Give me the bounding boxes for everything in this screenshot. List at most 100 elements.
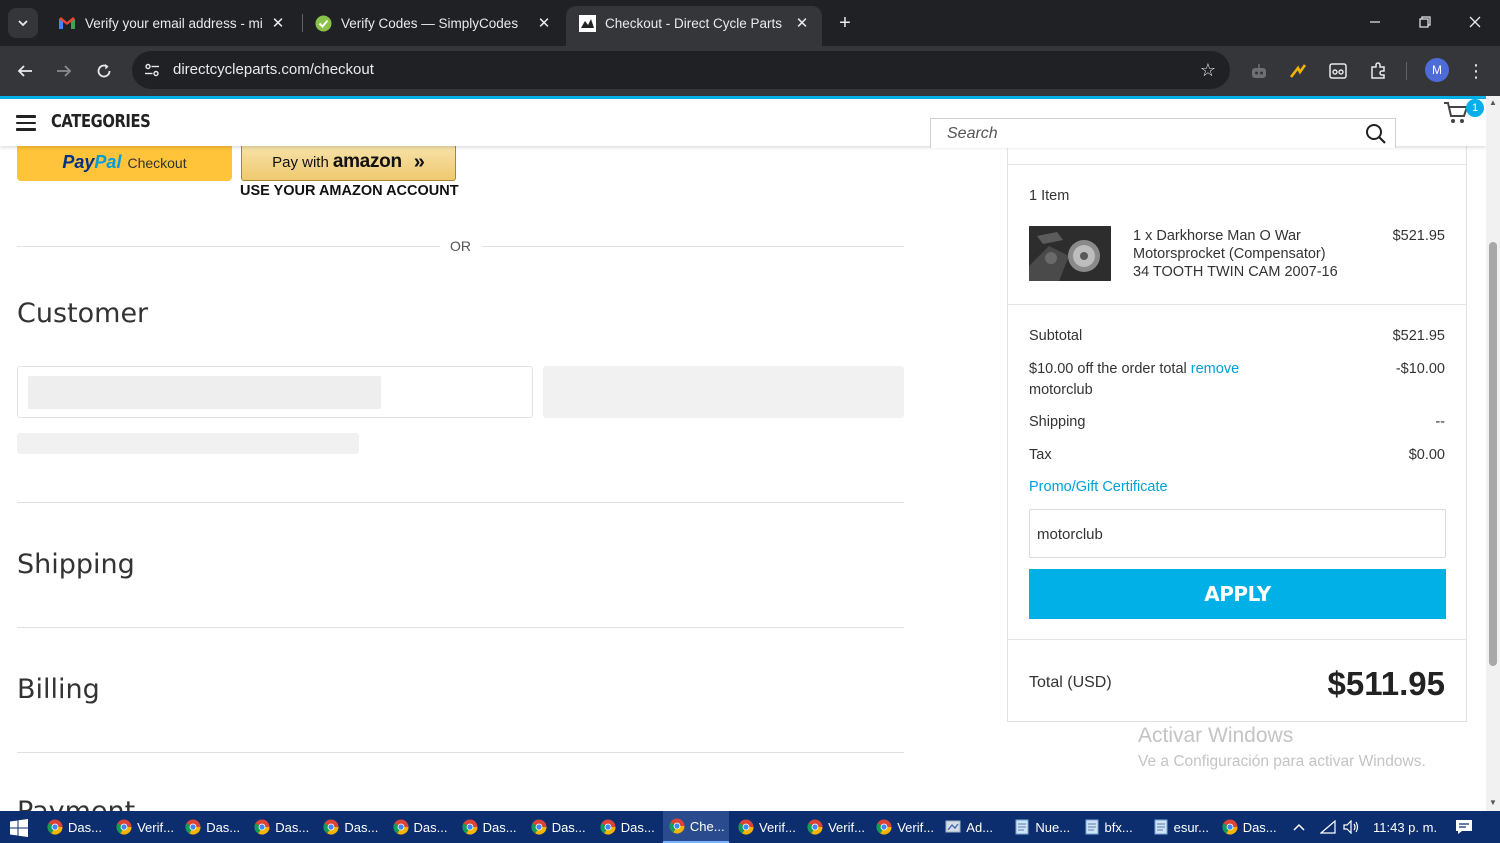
extension-simplycodes-icon[interactable] xyxy=(1284,57,1312,85)
taskbar-item[interactable]: Nue... xyxy=(1008,811,1074,843)
search-icon[interactable] xyxy=(1365,123,1387,145)
taskbar-item[interactable]: Verif... xyxy=(870,811,936,843)
taskbar-item[interactable]: Das... xyxy=(456,811,522,843)
notifications-icon[interactable] xyxy=(1455,811,1473,843)
search-placeholder: Search xyxy=(947,125,998,142)
extensions-puzzle-icon[interactable] xyxy=(1364,57,1392,85)
close-window-button[interactable] xyxy=(1450,0,1500,44)
app-icon xyxy=(945,820,961,833)
taskbar-item-label: bfx... xyxy=(1104,819,1133,835)
reload-button[interactable] xyxy=(89,56,119,86)
taskbar-item[interactable]: Verif... xyxy=(110,811,176,843)
tax-label: Tax xyxy=(1029,447,1052,463)
summary-divider xyxy=(1008,639,1466,640)
amazon-pay-button[interactable]: Pay with amazon » xyxy=(241,144,456,181)
apply-button[interactable]: APPLY xyxy=(1029,569,1446,619)
taskbar-item[interactable]: bfx... xyxy=(1078,811,1144,843)
taskbar-item[interactable]: Das... xyxy=(1216,811,1282,843)
bookmark-star-icon[interactable]: ☆ xyxy=(1200,60,1216,81)
tab-simplycodes[interactable]: Verify Codes — SimplyCodes ✕ xyxy=(302,6,564,40)
scroll-up-arrow-icon[interactable]: ▲ xyxy=(1489,98,1497,107)
extension-reader-icon[interactable] xyxy=(1324,57,1352,85)
windows-start-icon[interactable] xyxy=(10,819,28,837)
continue-button-loading[interactable] xyxy=(543,366,904,418)
back-button[interactable] xyxy=(10,56,40,86)
minimize-button[interactable] xyxy=(1350,0,1400,44)
chrome-icon xyxy=(392,819,408,835)
product-line-1: 1 x Darkhorse Man O War xyxy=(1133,228,1301,244)
close-icon[interactable]: ✕ xyxy=(268,13,288,33)
profile-avatar[interactable]: M xyxy=(1425,58,1449,82)
taskbar-item[interactable]: Das... xyxy=(387,811,453,843)
section-divider xyxy=(17,752,904,753)
reload-icon xyxy=(97,64,111,78)
remove-discount-link[interactable]: remove xyxy=(1191,361,1239,377)
restore-icon xyxy=(1419,16,1431,28)
close-icon[interactable]: ✕ xyxy=(792,13,812,33)
volume-icon[interactable] xyxy=(1343,811,1361,843)
taskbar-item[interactable]: Ad... xyxy=(939,811,1005,843)
cart-count-badge: 1 xyxy=(1466,99,1484,117)
search-input[interactable]: Search xyxy=(930,118,1396,148)
or-separator: OR xyxy=(450,238,471,254)
extension-robot-icon[interactable] xyxy=(1245,57,1273,85)
promo-link[interactable]: Promo/Gift Certificate xyxy=(1029,479,1168,495)
chrome-icon xyxy=(254,819,270,835)
browser-menu-icon[interactable]: ⋮ xyxy=(1465,57,1487,85)
amazon-logo: amazon xyxy=(332,151,402,172)
order-summary: 1 Item 1 x Darkhorse Man O War Motorspro… xyxy=(1007,144,1467,722)
notepad-icon xyxy=(1154,819,1168,835)
categories-label[interactable]: CATEGORIES xyxy=(51,111,151,132)
taskbar-item[interactable]: Das... xyxy=(41,811,107,843)
page-scrollbar[interactable]: ▲ ▼ xyxy=(1486,96,1500,811)
chrome-icon xyxy=(1222,819,1238,835)
product-name[interactable]: 1 x Darkhorse Man O War Motorsprocket (C… xyxy=(1133,227,1338,281)
tab-search-button[interactable] xyxy=(8,8,38,38)
discount-row: $10.00 off the order total remove xyxy=(1029,361,1239,377)
hamburger-menu-icon[interactable] xyxy=(16,115,36,131)
taskbar-item-label: Verif... xyxy=(759,819,796,835)
chrome-icon xyxy=(531,819,547,835)
taskbar-item[interactable]: Das... xyxy=(179,811,245,843)
paypal-checkout-button[interactable]: Pay Pal Checkout xyxy=(17,144,232,181)
taskbar-item[interactable]: Verif... xyxy=(801,811,867,843)
taskbar-item[interactable]: Das... xyxy=(525,811,591,843)
address-bar[interactable]: directcycleparts.com/checkout ☆ xyxy=(132,51,1230,89)
chevron-down-icon xyxy=(18,20,28,27)
item-count: 1 Item xyxy=(1029,188,1070,204)
new-tab-button[interactable]: + xyxy=(832,10,858,36)
taskbar-item[interactable]: Verif... xyxy=(732,811,798,843)
scrollbar-thumb[interactable] xyxy=(1489,242,1497,666)
promo-code-input[interactable]: motorclub xyxy=(1029,509,1446,558)
forward-button[interactable] xyxy=(49,56,79,86)
tab-gmail[interactable]: Verify your email address - mile ✕ xyxy=(46,6,298,40)
taskbar-item[interactable]: Das... xyxy=(248,811,314,843)
tab-checkout[interactable]: Checkout - Direct Cycle Parts ✕ xyxy=(566,6,822,46)
taskbar-item[interactable]: Che... xyxy=(662,811,729,843)
site-info-icon[interactable] xyxy=(140,58,164,82)
scroll-down-arrow-icon[interactable]: ▼ xyxy=(1489,798,1497,807)
taskbar-item-label: Das... xyxy=(344,819,379,835)
close-icon[interactable]: ✕ xyxy=(534,13,554,33)
email-field-loading[interactable] xyxy=(17,366,533,418)
payment-heading: Payment xyxy=(17,796,135,811)
wifi-icon[interactable] xyxy=(1320,811,1336,843)
discount-code: motorclub xyxy=(1029,382,1093,398)
subtotal-value: $521.95 xyxy=(1392,328,1445,344)
system-clock[interactable]: 11:43 p. m. xyxy=(1373,811,1437,843)
taskbar-item-label: Che... xyxy=(689,818,725,834)
taskbar-item[interactable]: Das... xyxy=(317,811,383,843)
taskbar-item-label: Verif... xyxy=(897,819,935,835)
taskbar-item[interactable]: Das... xyxy=(594,811,660,843)
show-hidden-icons-chevron-icon[interactable] xyxy=(1292,811,1306,843)
product-line-3: 34 TOOTH TWIN CAM 2007-16 xyxy=(1133,264,1338,280)
shipping-value: -- xyxy=(1435,414,1445,430)
restore-button[interactable] xyxy=(1400,0,1450,44)
summary-divider xyxy=(1008,164,1466,165)
activate-windows-title: Activar Windows xyxy=(1138,724,1294,747)
taskbar-item-label: Nue... xyxy=(1035,819,1071,835)
cart-icon[interactable] xyxy=(1443,101,1469,125)
chrome-icon xyxy=(323,819,339,835)
section-divider xyxy=(17,627,904,628)
taskbar-item[interactable]: esur... xyxy=(1147,811,1213,843)
